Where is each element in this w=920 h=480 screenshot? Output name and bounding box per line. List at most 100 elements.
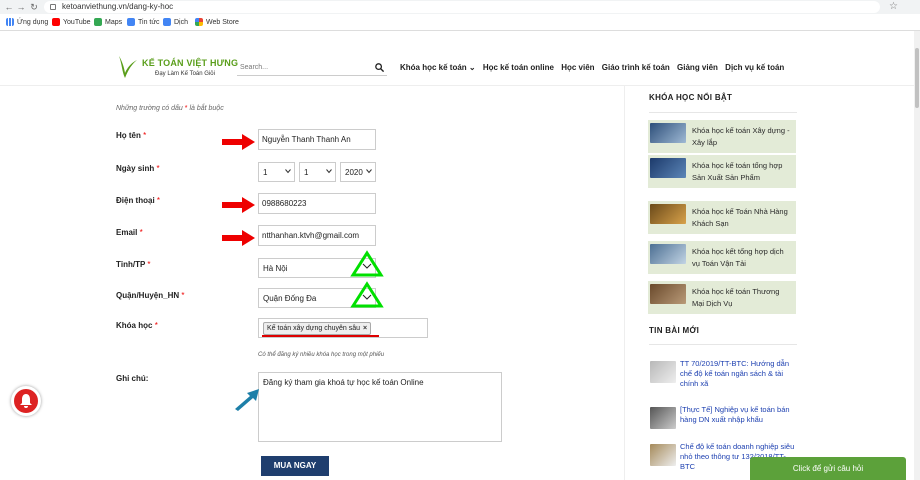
dob-month-select[interactable]: 1 <box>299 162 336 182</box>
featured-course-item[interactable]: Khóa học kế toán Xây dựng - Xây lắp <box>648 120 796 154</box>
required-hint: Những trường có dấu * là bắt buộc <box>116 105 224 112</box>
featured-course-item[interactable]: Khóa học kế toán tổng hợp Sản Xuất Sản P… <box>648 155 796 189</box>
reload-icon[interactable]: ↻ <box>29 2 39 12</box>
green-triangle-icon <box>350 281 384 308</box>
dob-label: Ngày sinh * <box>116 164 160 173</box>
nav-item-students[interactable]: Học viên <box>561 63 594 72</box>
required-mark: * <box>181 291 185 300</box>
notification-bell-button[interactable] <box>11 386 41 416</box>
divider <box>649 112 797 113</box>
red-arrow-icon <box>222 197 255 213</box>
label-text: Điện thoại <box>116 196 155 205</box>
chevron-down-icon <box>326 169 332 174</box>
featured-course-item[interactable]: Khóa học kế Toán Nhà Hàng Khách Sạn <box>648 201 796 235</box>
latest-news-title: TIN BÀI MỚI <box>649 326 700 335</box>
bell-icon <box>20 394 32 408</box>
select-value: 1 <box>263 168 268 177</box>
course-thumbnail <box>650 123 686 143</box>
note-textarea[interactable]: Đăng ký tham gia khoá tự học kế toán Onl… <box>258 372 502 442</box>
news-icon <box>127 18 135 26</box>
forward-icon[interactable]: → <box>16 2 26 12</box>
fullname-label: Họ tên * <box>116 131 146 140</box>
required-mark: * <box>154 321 158 330</box>
bookmark-star-icon[interactable]: ☆ <box>889 1 898 12</box>
bookmark-label: Maps <box>105 18 123 26</box>
webstore-icon <box>195 18 203 26</box>
chevron-down-icon <box>366 169 372 174</box>
select-value: 2020 <box>345 168 363 177</box>
url-text: ketoanviethung.vn/dang-ky-hoc <box>62 2 174 11</box>
news-title: [Thực Tế] Nghiệp vụ kế toán bán hàng DN … <box>680 405 790 424</box>
bookmark-label: YouTube <box>63 18 91 26</box>
remove-tag-icon[interactable]: × <box>363 325 367 332</box>
course-thumbnail <box>650 244 686 264</box>
bookmark-webstore[interactable]: Web Store <box>195 18 239 26</box>
email-field[interactable]: ntthanhan.ktvh@gmail.com <box>258 225 376 246</box>
bookmark-news[interactable]: Tin tức <box>127 18 160 26</box>
label-text: Ngày sinh <box>116 164 155 173</box>
phone-label: Điện thoại * <box>116 196 160 205</box>
bookmark-label: Web Store <box>206 18 239 26</box>
nav-item-courses[interactable]: Khóa học kế toán ⌄ <box>400 63 476 72</box>
course-title: Khóa học kế toán tổng hợp Sản Xuất Sản P… <box>692 161 783 182</box>
district-label: Quận/Huyện_HN * <box>116 291 184 300</box>
course-title: Khóa học kế Toán Nhà Hàng Khách Sạn <box>692 207 788 228</box>
course-title: Khóa học kết tổng hợp dịch vụ Toán Vận T… <box>692 247 784 268</box>
divider <box>649 344 797 345</box>
leaf-logo-icon <box>119 56 137 78</box>
featured-courses-title: KHÓA HỌC NỔI BẬT <box>649 93 733 102</box>
course-thumbnail <box>650 158 686 178</box>
nav-item-teachers[interactable]: Giảng viên <box>677 63 718 72</box>
province-label: Tỉnh/TP * <box>116 260 151 269</box>
apps-grid-icon <box>6 18 14 26</box>
email-label: Email * <box>116 228 143 237</box>
note-label: Ghi chú: <box>116 374 149 383</box>
nav-item-textbooks[interactable]: Giáo trình kế toán <box>602 63 670 72</box>
red-underline-annotation <box>262 335 379 337</box>
bookmark-translate[interactable]: Dịch <box>163 18 188 26</box>
fullname-field[interactable]: Nguyễn Thanh Thanh An <box>258 129 376 150</box>
course-label: Khóa học * <box>116 321 158 330</box>
required-mark: * <box>139 228 143 237</box>
featured-course-item[interactable]: Khóa học kết tổng hợp dịch vụ Toán Vận T… <box>648 241 796 275</box>
course-thumbnail <box>650 284 686 304</box>
course-tag: Kế toán xây dựng chuyên sâu × <box>263 322 372 335</box>
label-text: Khóa học <box>116 321 153 330</box>
green-triangle-icon <box>350 250 384 277</box>
required-mark: * <box>156 196 161 205</box>
search-input[interactable]: Search... <box>237 60 387 76</box>
phone-field[interactable]: 0988680223 <box>258 193 376 214</box>
course-title: Khóa học kế toán Xây dựng - Xây lắp <box>692 126 790 147</box>
hint-text: Những trường có dấu <box>116 105 183 112</box>
bookmark-maps[interactable]: Maps <box>94 18 122 26</box>
required-mark: * <box>156 164 160 173</box>
bookmark-youtube[interactable]: YouTube <box>52 18 91 26</box>
scrollbar-thumb[interactable] <box>915 48 919 108</box>
news-item[interactable]: TT 70/2019/TT-BTC: Hướng dẫn chế độ kế t… <box>648 359 796 399</box>
logo-tagline: Đạy Làm Kế Toán Giỏi <box>155 71 215 77</box>
dob-year-select[interactable]: 2020 <box>340 162 376 182</box>
featured-course-item[interactable]: Khóa học kế toán Thương Mại Dịch Vụ <box>648 281 796 315</box>
news-thumbnail <box>650 407 676 429</box>
submit-button[interactable]: MUA NGAY <box>261 456 329 476</box>
youtube-icon <box>52 18 60 26</box>
search-icon[interactable] <box>375 63 384 72</box>
news-item[interactable]: [Thực Tế] Nghiệp vụ kế toán bán hàng DN … <box>648 405 796 433</box>
blue-arrow-icon <box>235 389 259 411</box>
maps-icon <box>94 18 102 26</box>
red-arrow-icon <box>222 134 255 150</box>
nav-item-online[interactable]: Học kế toán online <box>483 63 554 72</box>
dob-day-select[interactable]: 1 <box>258 162 295 182</box>
tag-label: Kế toán xây dựng chuyên sâu <box>267 325 361 332</box>
nav-item-services[interactable]: Dịch vụ kế toán <box>725 63 784 72</box>
back-icon[interactable]: ← <box>4 2 14 12</box>
lock-icon <box>50 4 56 10</box>
bookmark-label: Dịch <box>174 18 189 26</box>
bookmark-apps[interactable]: Ứng dụng <box>6 18 48 26</box>
site-logo[interactable]: KẾ TOÁN VIỆT HƯNG Đạy Làm Kế Toán Giỏi <box>116 54 238 88</box>
required-mark: * <box>143 131 147 140</box>
address-bar[interactable]: ketoanviethung.vn/dang-ky-hoc <box>44 1 880 13</box>
bookmark-label: Tin tức <box>138 18 160 26</box>
news-title: TT 70/2019/TT-BTC: Hướng dẫn chế độ kế t… <box>680 359 790 388</box>
ask-question-button[interactable]: Click để gửi câu hỏi <box>750 457 906 480</box>
